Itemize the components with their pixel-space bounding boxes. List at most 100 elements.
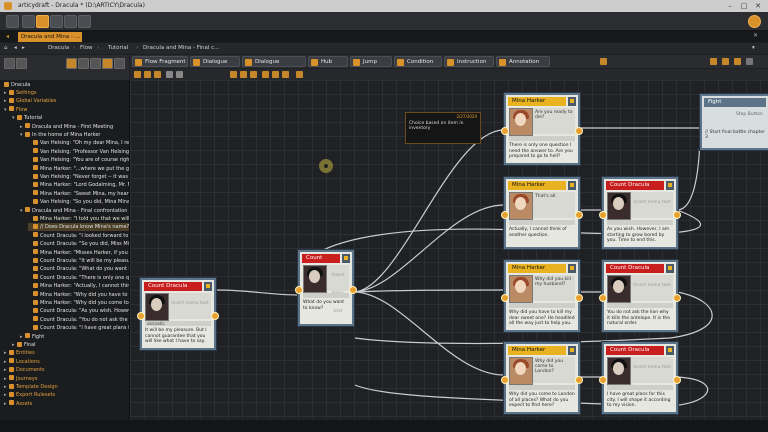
breadcrumb-item[interactable]: Dracula and Mina - Final c...: [143, 43, 219, 54]
save-icon[interactable]: [36, 15, 49, 28]
tree-item[interactable]: ▾ Flow: [4, 106, 129, 114]
menu-text[interactable]: Insert menu text: [631, 275, 673, 301]
collapse-icon[interactable]: [78, 58, 89, 69]
tree-item[interactable]: ▸ Global Variables: [4, 97, 129, 105]
dialogue-text[interactable]: There is only one question I need the an…: [509, 143, 575, 160]
tree-item[interactable]: Mina Harker: "Misses Harker, if you ple.…: [28, 249, 129, 257]
dialogue-text[interactable]: As you wish. However, I am starting to g…: [607, 227, 673, 244]
palette-dialogue[interactable]: Dialogue: [190, 56, 240, 67]
tree-item[interactable]: ▸ Final: [12, 341, 129, 349]
dialogue-fragment-node[interactable]: Mina Harker Are you ready to die? There is…: [501, 93, 583, 165]
input-pin[interactable]: [599, 211, 607, 219]
tree-item[interactable]: Count Dracula: "It will be my pleasure. …: [28, 257, 129, 265]
undo-icon[interactable]: [50, 15, 63, 28]
color-icon[interactable]: [272, 71, 279, 78]
output-pin[interactable]: [575, 127, 583, 135]
menu-text[interactable]: That's all.: [533, 192, 575, 218]
navigator-forward-icon[interactable]: [16, 58, 27, 69]
dialogue-fragment-node[interactable]: Count Dracula Insert menu text I have grea…: [599, 342, 681, 414]
tree-item[interactable]: // Does Dracula know Mina's name?: [28, 223, 129, 232]
stage-directions[interactable]: [607, 303, 673, 308]
pin-icon[interactable]: [144, 71, 151, 78]
palette-dialogue-fragment[interactable]: Dialogue Fragment: [242, 56, 306, 76]
tree-item[interactable]: Count Dracula: "What do you want to k...: [28, 265, 129, 273]
align-center-icon[interactable]: [176, 71, 183, 78]
tree-item[interactable]: ▸ Template Design: [4, 383, 129, 391]
tab-scroll-left-icon[interactable]: ◂: [6, 33, 9, 40]
dialogue-fragment-node[interactable]: Count Dracula Insert menu text As you wish…: [599, 177, 681, 249]
palette-hub[interactable]: Hub: [308, 56, 348, 67]
zoom-icon[interactable]: [600, 58, 607, 65]
export-icon[interactable]: [296, 71, 303, 78]
layout-icon[interactable]: [734, 58, 741, 65]
breadcrumb-item[interactable]: Tutorial: [108, 43, 128, 54]
fight-stop-button[interactable]: Stop Button: [736, 112, 763, 117]
dialogue-fragment-node[interactable]: Mina Harker Why did you come to London? Wh…: [501, 342, 583, 414]
stage-directions[interactable]: [509, 136, 575, 141]
forward-icon[interactable]: ▸: [22, 43, 25, 54]
grid-icon[interactable]: [722, 58, 729, 65]
input-pin[interactable]: [295, 286, 303, 294]
tree-item[interactable]: Mina Harker: "Lord Godalming, Mr. Mo...: [28, 181, 129, 189]
dialogue-text[interactable]: What do you want to know?: [303, 300, 349, 311]
back-icon[interactable]: ◂: [14, 43, 17, 54]
stage-directions[interactable]: [303, 293, 349, 298]
tree-item[interactable]: Count Dracula: "As you wish. However,...: [28, 307, 129, 315]
help-icon[interactable]: [748, 15, 761, 28]
tree-item[interactable]: ▸ Dracula and Mina - First Meeting: [20, 123, 129, 131]
menu-text[interactable]: Insert menu text: [327, 265, 349, 314]
tree-item[interactable]: ▸ Settings: [4, 89, 129, 97]
format-icon[interactable]: [282, 71, 289, 78]
tree-item[interactable]: Van Helsing: "Professor Van Helsing, it.…: [28, 148, 129, 156]
menu-text[interactable]: Are you ready to die?: [533, 108, 575, 134]
tree-item[interactable]: Count Dracula: "I looked forward to it. …: [28, 232, 129, 240]
tree-item[interactable]: Mina Harker: "...where we put the ghoul.…: [28, 165, 129, 173]
arrange-icon[interactable]: [230, 71, 237, 78]
menu-text[interactable]: Why did you kill my husband?: [533, 275, 575, 301]
output-pin[interactable]: [575, 294, 583, 302]
menu-text[interactable]: Insert menu text: [631, 357, 673, 383]
output-pin[interactable]: [349, 286, 357, 294]
maximize-icon[interactable]: □: [740, 2, 748, 10]
stage-directions[interactable]: [509, 385, 575, 390]
annotation-note[interactable]: 2/27/2020 Choice based on item in invent…: [405, 112, 481, 144]
dialogue-fragment-node[interactable]: Mina Harker Why did you kill my husband? W…: [501, 260, 583, 332]
tree-item[interactable]: ▸ Documents: [4, 366, 129, 374]
palette-flow-fragment[interactable]: Flow Fragment: [132, 56, 188, 67]
stage-directions[interactable]: [607, 385, 673, 390]
tree-item[interactable]: ▸ Locations: [4, 358, 129, 366]
palette-instruction[interactable]: Instruction: [444, 56, 494, 67]
tree-item[interactable]: Count Dracula: "You do not ask the boo..…: [28, 316, 129, 324]
tree-item[interactable]: ▾ In the home of Mina Harker: [20, 131, 129, 139]
palette-annotation[interactable]: Annotation: [496, 56, 550, 67]
tree-item[interactable]: Mina Harker: "I told you that we will me…: [28, 215, 129, 223]
palette-condition[interactable]: Condition: [394, 56, 442, 67]
tree-item[interactable]: Count Dracula: "I have great plans for t…: [28, 324, 129, 332]
tab-close-icon[interactable]: ✕: [753, 32, 758, 39]
snap-icon[interactable]: [710, 58, 717, 65]
sort-icon[interactable]: [114, 58, 125, 69]
template-icon[interactable]: [262, 71, 269, 78]
tree-item[interactable]: Mina Harker: "Why did you come to Lo...: [28, 299, 129, 307]
stage-directions[interactable]: [509, 220, 575, 225]
input-pin[interactable]: [501, 127, 509, 135]
tree-item[interactable]: ▸ Fight: [20, 333, 129, 341]
menu-text[interactable]: Insert menu text: [631, 192, 673, 218]
dialogue-fragment-node[interactable]: Count Dracula Insert menu text sarcastic It…: [137, 278, 219, 350]
output-pin[interactable]: [211, 312, 219, 320]
close-icon[interactable]: ✕: [754, 2, 762, 10]
redo-icon[interactable]: [64, 15, 77, 28]
tab-dracula-and-mina[interactable]: Dracula and Mina - ...: [18, 32, 82, 42]
output-pin[interactable]: [575, 211, 583, 219]
tree-root[interactable]: Dracula: [4, 81, 30, 89]
dialogue-fragment-node[interactable]: Count Dracula Insert menu text You do not …: [599, 260, 681, 332]
options-icon[interactable]: [78, 15, 91, 28]
dialogue-fragment-node[interactable]: Mina Harker That's all. Actually, I cannot…: [501, 177, 583, 249]
output-pin[interactable]: [673, 376, 681, 384]
stage-directions[interactable]: [607, 220, 673, 225]
output-pin[interactable]: [673, 211, 681, 219]
input-pin[interactable]: [599, 294, 607, 302]
distribute-icon[interactable]: [250, 71, 257, 78]
tree-item[interactable]: Count Dracula: "So you did, Miss Mina...: [28, 240, 129, 248]
stage-directions[interactable]: [509, 303, 575, 308]
